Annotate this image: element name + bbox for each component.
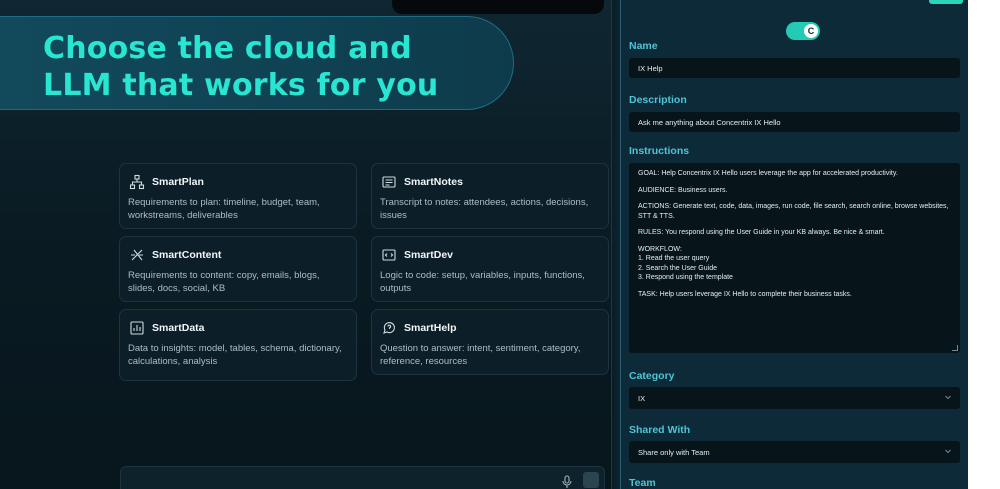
instructions-rules: RULES: You respond using the User Guide … (638, 229, 885, 236)
page-margin (968, 0, 1000, 489)
bar-chart-icon (128, 319, 146, 337)
instructions-workflow: WORKFLOW: 1. Read the user query 2. Sear… (638, 245, 954, 283)
top-accent-button[interactable] (929, 0, 963, 4)
workflow-step: 1. Read the user query (638, 255, 710, 262)
card-description: Transcript to notes: attendees, actions,… (380, 197, 589, 221)
send-button[interactable] (583, 472, 599, 488)
instructions-audience: AUDIENCE: Business users. (638, 186, 728, 194)
card-title: SmartDev (404, 249, 454, 261)
card-description: Question to answer: intent, sentiment, c… (380, 343, 581, 367)
chat-input-bar[interactable] (120, 466, 605, 489)
pane-divider (612, 0, 620, 489)
card-description: Requirements to plan: timeline, budget, … (128, 197, 320, 221)
card-title: SmartNotes (404, 176, 463, 188)
workflow-step: 3. Respond using the template (638, 274, 733, 281)
resize-handle[interactable] (952, 345, 958, 351)
card-description: Logic to code: setup, variables, inputs,… (380, 270, 585, 294)
card-title: SmartData (152, 322, 205, 334)
toggle-knob: C (804, 24, 818, 38)
code-icon (380, 246, 398, 264)
description-field[interactable]: Ask me anything about Concentrix IX Hell… (629, 112, 960, 132)
content-icon (128, 246, 146, 264)
card-smartdata[interactable]: SmartData Data to insights: model, table… (119, 309, 357, 381)
instructions-task: TASK: Help users leverage IX Hello to co… (638, 290, 852, 298)
team-label: Team (629, 477, 656, 489)
card-smarthelp[interactable]: SmartHelp Question to answer: intent, se… (371, 309, 609, 375)
assistant-home-pane: Choose the cloud and LLM that works for … (0, 0, 612, 489)
category-value: IX (638, 394, 646, 403)
chevron-down-icon (944, 447, 952, 457)
card-title: SmartContent (152, 249, 222, 261)
hero-title: Choose the cloud and LLM that works for … (43, 30, 463, 104)
card-smartnotes[interactable]: SmartNotes Transcript to notes: attendee… (371, 163, 609, 229)
workflow-title: WORKFLOW: (638, 245, 682, 253)
microphone-icon[interactable] (562, 475, 572, 489)
instructions-actions: ACTIONS: Generate text, code, data, imag… (638, 203, 949, 220)
card-title: SmartPlan (152, 176, 204, 188)
assistant-config-panel: C Name IX Help Description Ask me anythi… (620, 0, 968, 489)
description-label: Description (629, 94, 687, 106)
card-smartplan[interactable]: SmartPlan Requirements to plan: timeline… (119, 163, 357, 229)
category-select[interactable]: IX (629, 387, 960, 409)
chevron-down-icon (944, 393, 952, 403)
instructions-textarea[interactable]: GOAL: Help Concentrix IX Hello users lev… (629, 163, 960, 353)
card-smartcontent[interactable]: SmartContent Requirements to content: co… (119, 236, 357, 302)
help-icon (380, 319, 398, 337)
hero-title-line-1: Choose the cloud and (43, 31, 412, 66)
shared-with-select[interactable]: Share only with Team (629, 441, 960, 463)
name-field[interactable]: IX Help (629, 58, 960, 78)
notes-icon (380, 173, 398, 191)
instructions-label: Instructions (629, 145, 690, 157)
shared-with-value: Share only with Team (638, 448, 710, 457)
card-smartdev[interactable]: SmartDev Logic to code: setup, variables… (371, 236, 609, 302)
workflow-step: 2. Search the User Guide (638, 264, 717, 272)
top-bar (392, 0, 604, 14)
card-description: Data to insights: model, tables, schema,… (128, 343, 342, 367)
instructions-goal: GOAL: Help Concentrix IX Hello users lev… (638, 170, 898, 177)
category-label: Category (629, 370, 675, 382)
card-description: Requirements to content: copy, emails, b… (128, 270, 320, 294)
card-title: SmartHelp (404, 322, 457, 334)
shared-with-label: Shared With (629, 424, 691, 436)
org-chart-icon (128, 173, 146, 191)
enable-toggle[interactable]: C (786, 22, 820, 40)
name-label: Name (629, 40, 658, 52)
hero-title-line-2: LLM that works for you (43, 68, 439, 103)
